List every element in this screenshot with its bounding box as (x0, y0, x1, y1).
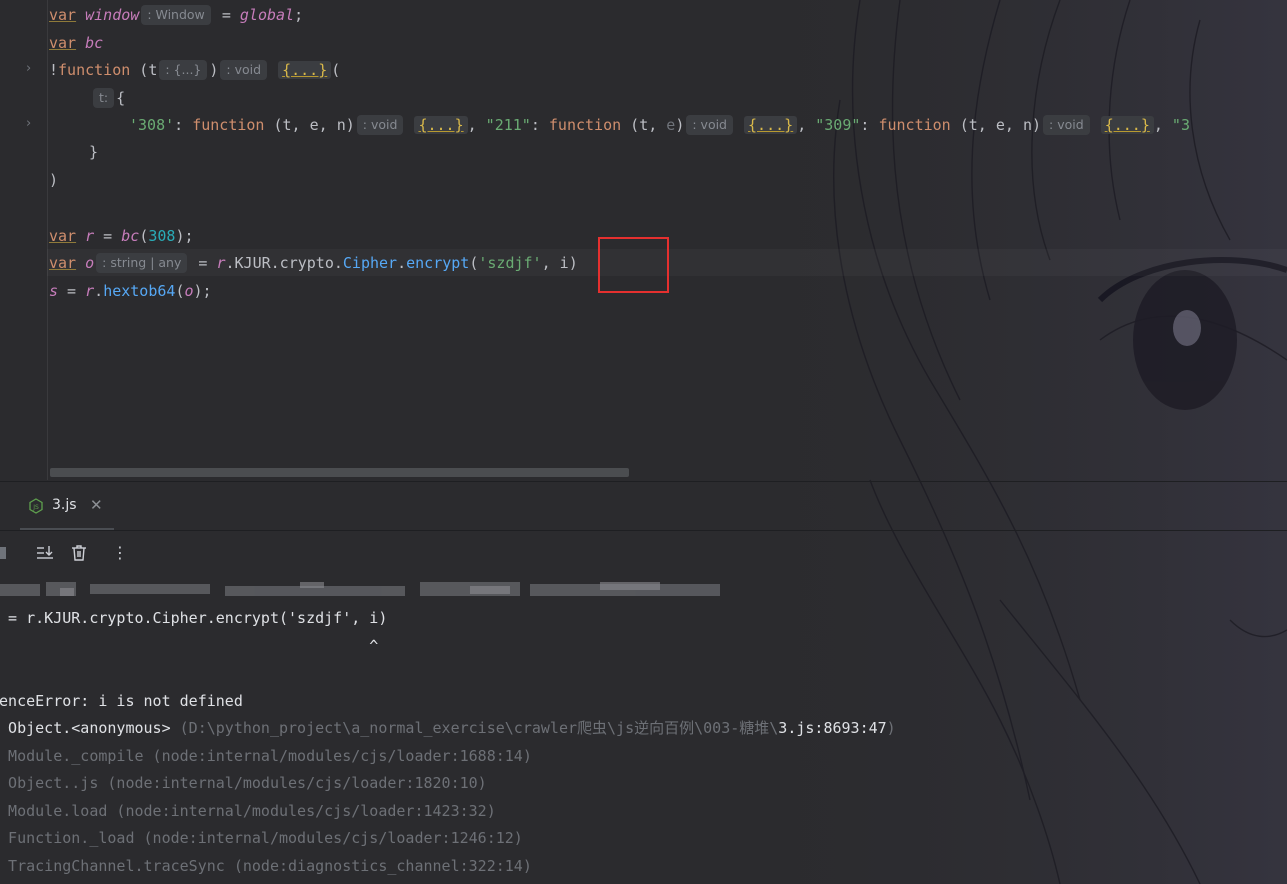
console-line: eenceError: i is not defined (0, 692, 243, 710)
console-line: t Function._load (node:internal/modules/… (0, 829, 523, 847)
fold-arrow-icon[interactable]: › (26, 61, 31, 76)
console-line: t Module.load (node:internal/modules/cjs… (0, 802, 496, 820)
console-line: t Object..js (node:internal/modules/cjs/… (0, 774, 487, 792)
code-editor[interactable]: › › var window: Window = global; var bc … (0, 0, 1287, 480)
console-line: t TracingChannel.traceSync (node:diagnos… (0, 857, 532, 875)
annotation-highlight-box (598, 237, 669, 293)
editor-gutter: › › (0, 0, 48, 480)
code-line: } (89, 143, 99, 161)
trash-icon[interactable] (69, 543, 89, 563)
horizontal-scrollbar[interactable] (50, 468, 629, 477)
return-type-hint: : void (220, 60, 268, 80)
code-line: '308': function (t, e, n): void {...}, "… (129, 115, 1190, 135)
more-options-icon[interactable]: ⋮ (110, 543, 130, 563)
scroll-to-end-icon[interactable] (35, 543, 55, 563)
code-line: s = r.hextob64(o); (49, 282, 212, 300)
code-line: var bc (49, 34, 104, 52)
console-line: t Object.<anonymous> (D:\python_project\… (0, 719, 896, 737)
source-link[interactable]: 3.js:8693:47 (778, 719, 886, 737)
run-toolbar: ⋮ (0, 531, 1287, 575)
console-line: t Module._compile (node:internal/modules… (0, 747, 532, 765)
tab-label: 3.js (52, 497, 77, 513)
code-line: !function (t: {...}): void {...}( (49, 60, 341, 80)
run-tool-window-header: JS 3.js ✕ (0, 481, 1287, 531)
param-hint: t: (93, 88, 115, 108)
nodejs-icon: JS (29, 498, 43, 514)
type-hint: : Window (141, 5, 211, 25)
type-hint: : {...} (159, 60, 208, 80)
console-output[interactable]: o = r.KJUR.crypto.Cipher.encrypt('szdjf'… (0, 578, 1287, 884)
console-line: ^ (0, 637, 379, 655)
code-line: var o: string | any = r.KJUR.crypto.Ciph… (49, 253, 578, 273)
close-tab-icon[interactable]: ✕ (90, 496, 103, 514)
console-line: o = r.KJUR.crypto.Cipher.encrypt('szdjf'… (0, 609, 388, 627)
tab-run-3js[interactable]: JS 3.js ✕ (20, 482, 114, 530)
folded-block[interactable]: {...} (744, 116, 798, 134)
code-line: ) (49, 171, 59, 189)
stop-icon[interactable] (0, 543, 10, 563)
folded-block[interactable]: {...} (414, 116, 468, 134)
folded-block[interactable]: {...} (278, 61, 332, 79)
type-hint: : string | any (96, 253, 188, 273)
code-line: var r = bc(308); (49, 227, 194, 245)
code-line: var window: Window = global; (49, 5, 304, 25)
fold-arrow-icon[interactable]: › (26, 116, 31, 131)
folded-block[interactable]: {...} (1100, 116, 1154, 134)
code-line: t:{ (91, 85, 125, 112)
svg-text:JS: JS (32, 504, 39, 511)
